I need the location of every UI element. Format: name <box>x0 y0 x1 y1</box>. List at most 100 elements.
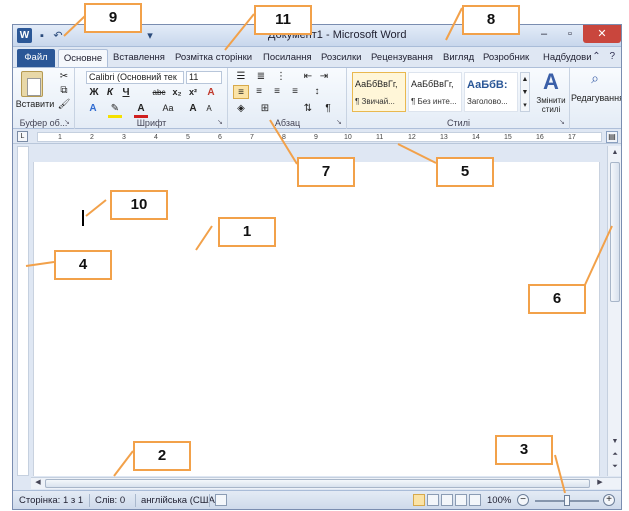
format-painter-icon[interactable]: 🖌 <box>57 98 71 111</box>
word-count[interactable]: Слів: 0 <box>95 495 125 506</box>
vertical-scroll-thumb[interactable] <box>610 162 620 302</box>
paste-icon[interactable] <box>21 71 43 97</box>
horizontal-scroll-thumb[interactable] <box>45 479 590 488</box>
tab-page-layout[interactable]: Розмітка сторінки <box>175 49 252 67</box>
web-layout-icon[interactable] <box>441 494 453 506</box>
full-screen-reading-icon[interactable] <box>427 494 439 506</box>
decrease-indent-icon[interactable]: ⇤ <box>301 70 315 83</box>
zoom-slider-thumb[interactable] <box>564 495 570 506</box>
cut-icon[interactable]: ✂ <box>57 70 71 83</box>
macro-record-icon[interactable] <box>215 494 227 506</box>
callout-6: 6 <box>528 284 586 314</box>
status-separator <box>89 494 90 507</box>
clipboard-launcher-icon[interactable]: ↘ <box>64 119 72 127</box>
style-heading[interactable]: АаБбВ: Заголово... <box>464 72 518 112</box>
tab-developer[interactable]: Розробник <box>483 49 529 67</box>
show-marks-icon[interactable]: ¶ <box>321 102 335 115</box>
text-cursor <box>82 210 84 226</box>
tab-insert[interactable]: Вставлення <box>113 49 165 67</box>
tab-view[interactable]: Вигляд <box>443 49 474 67</box>
underline-button[interactable]: Ч <box>120 86 132 99</box>
style-sample: АаБбВ: <box>467 79 508 91</box>
language-indicator[interactable]: англійська (США) <box>141 495 218 506</box>
align-left-icon[interactable]: ≡ <box>233 85 249 99</box>
collapse-ribbon-icon[interactable]: ⌃ <box>592 51 600 62</box>
style-name: ¶ Без инте... <box>411 97 457 106</box>
text-effects-icon[interactable]: A <box>86 102 100 115</box>
status-separator <box>135 494 136 507</box>
justify-icon[interactable]: ≡ <box>287 85 303 99</box>
zoom-out-icon[interactable]: − <box>517 494 529 506</box>
zoom-level[interactable]: 100% <box>487 495 511 506</box>
tab-mailings[interactable]: Розсилки <box>321 49 361 67</box>
undo-icon[interactable]: ↶ <box>51 29 65 43</box>
align-right-icon[interactable]: ≡ <box>269 85 285 99</box>
scroll-right-icon[interactable]: ▶ <box>594 477 606 489</box>
styles-scroll-icon[interactable]: ▲ ▼ ▾ <box>520 72 530 112</box>
font-color-icon[interactable]: A <box>134 102 148 118</box>
close-icon[interactable]: ✕ <box>583 25 621 43</box>
style-no-spacing[interactable]: АаБбВвГг, ¶ Без инте... <box>408 72 462 112</box>
customize-quick-access-icon[interactable]: ▾ <box>143 29 157 43</box>
scroll-down-icon[interactable]: ▼ <box>609 436 621 448</box>
tab-references[interactable]: Посилання <box>263 49 312 67</box>
increase-indent-icon[interactable]: ⇥ <box>317 70 331 83</box>
next-page-icon[interactable]: ⏷ <box>609 461 621 473</box>
save-icon[interactable]: ▪ <box>35 29 49 43</box>
bullets-icon[interactable]: ☰ <box>233 70 249 83</box>
help-icon[interactable]: ? <box>609 51 615 62</box>
scroll-left-icon[interactable]: ◀ <box>32 477 44 489</box>
print-layout-icon[interactable] <box>413 494 425 506</box>
view-ruler-icon[interactable]: ▤ <box>606 131 618 143</box>
clear-formatting-button[interactable]: A <box>204 86 218 99</box>
tab-selector-icon[interactable]: L <box>17 131 28 142</box>
draft-view-icon[interactable] <box>469 494 481 506</box>
binoculars-icon[interactable]: ⌕ <box>583 71 607 85</box>
copy-icon[interactable]: ⧉ <box>57 84 71 97</box>
minimize-icon[interactable]: – <box>531 25 557 43</box>
strikethrough-button[interactable]: abc <box>150 86 168 99</box>
change-styles-icon[interactable]: A <box>534 70 568 94</box>
previous-page-icon[interactable]: ⏶ <box>609 449 621 461</box>
font-size-combo[interactable]: 11 <box>186 71 222 84</box>
editing-button[interactable]: Редагування <box>571 92 621 105</box>
styles-launcher-icon[interactable]: ↘ <box>559 119 567 127</box>
italic-button[interactable]: К <box>104 86 116 99</box>
ruler-number: 13 <box>440 134 448 141</box>
paste-button[interactable]: Вставити <box>15 98 55 111</box>
superscript-button[interactable]: x² <box>186 86 200 99</box>
subscript-button[interactable]: x₂ <box>170 86 184 99</box>
maximize-icon[interactable]: ▫ <box>557 25 583 43</box>
numbering-icon[interactable]: ≣ <box>253 70 269 83</box>
paragraph-launcher-icon[interactable]: ↘ <box>336 119 344 127</box>
ruler-bar[interactable]: 1 2 3 4 5 6 7 8 9 10 11 12 13 14 15 16 1… <box>37 132 602 142</box>
outline-view-icon[interactable] <box>455 494 467 506</box>
scroll-up-icon[interactable]: ▲ <box>609 147 621 159</box>
font-launcher-icon[interactable]: ↘ <box>217 119 225 127</box>
callout-3: 3 <box>495 435 553 465</box>
tab-addins[interactable]: Надбудови <box>543 49 592 67</box>
borders-icon[interactable]: ⊞ <box>257 102 273 115</box>
tab-review[interactable]: Рецензування <box>371 49 433 67</box>
multilevel-list-icon[interactable]: ⋮ <box>273 70 289 83</box>
highlight-icon[interactable]: ✎ <box>108 102 122 118</box>
sort-icon[interactable]: ⇅ <box>301 102 315 115</box>
vertical-scrollbar[interactable]: ▲ ▼ ⏶ ⏷ <box>607 146 621 476</box>
bold-button[interactable]: Ж <box>88 86 100 99</box>
font-name-combo[interactable]: Calibri (Основний тек <box>86 71 184 84</box>
grow-font-button[interactable]: A <box>186 102 200 115</box>
change-case-button[interactable]: Aa <box>158 102 178 115</box>
tab-file[interactable]: Файл <box>17 49 55 67</box>
zoom-in-icon[interactable]: + <box>603 494 615 506</box>
vertical-ruler[interactable] <box>17 146 29 476</box>
align-center-icon[interactable]: ≡ <box>251 85 267 99</box>
line-spacing-icon[interactable]: ↕ <box>309 85 325 99</box>
word-app-icon[interactable]: W <box>17 28 32 43</box>
horizontal-scrollbar[interactable]: ◀ ▶ <box>31 477 621 489</box>
tab-home[interactable]: Основне <box>58 49 108 67</box>
shading-icon[interactable]: ◈ <box>233 102 249 115</box>
page-count[interactable]: Сторінка: 1 з 1 <box>19 495 83 506</box>
shrink-font-button[interactable]: A <box>202 102 216 115</box>
style-normal[interactable]: АаБбВвГг, ¶ Звичай... <box>352 72 406 112</box>
change-styles-button[interactable]: Змінити стилі <box>532 96 570 114</box>
